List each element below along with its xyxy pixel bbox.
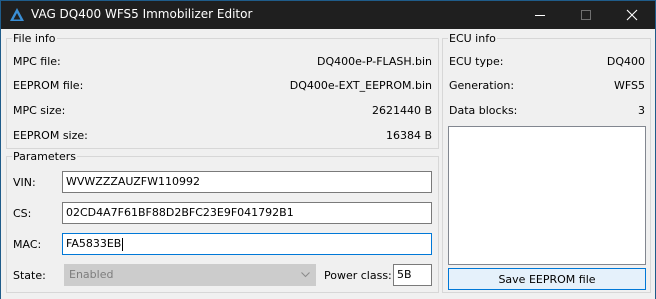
- cs-label: CS:: [13, 207, 32, 220]
- mac-input[interactable]: FA5833EB: [62, 233, 432, 255]
- vin-input[interactable]: WVWZZZAUZFW110992: [62, 171, 432, 193]
- state-select[interactable]: Enabled: [64, 264, 316, 286]
- cs-input[interactable]: 02CD4A7F61BF88D2BFC23E9F041792B1: [62, 202, 432, 224]
- power-class-input-text: 5B: [397, 268, 412, 281]
- client-area: File info MPC file: DQ400e-P-FLASH.bin E…: [1, 29, 655, 299]
- file-info-legend: File info: [12, 32, 57, 45]
- vin-label: VIN:: [13, 176, 36, 189]
- close-button[interactable]: [609, 1, 655, 29]
- eeprom-file-label: EEPROM file:: [13, 79, 84, 92]
- minimize-button[interactable]: [517, 1, 563, 29]
- state-label: State:: [13, 269, 46, 282]
- text-caret: [122, 237, 124, 251]
- minimize-icon: [535, 15, 545, 16]
- title-bar[interactable]: VAG DQ400 WFS5 Immobilizer Editor: [1, 1, 655, 29]
- maximize-button[interactable]: [563, 1, 609, 29]
- window-title: VAG DQ400 WFS5 Immobilizer Editor: [31, 7, 253, 21]
- chevron-down-icon: [301, 272, 310, 278]
- vin-input-text: WVWZZZAUZFW110992: [66, 175, 200, 188]
- ecu-info-legend: ECU info: [448, 32, 497, 45]
- ecu-type-value: DQ400: [606, 55, 645, 68]
- cs-input-text: 02CD4A7F61BF88D2BFC23E9F041792B1: [66, 206, 294, 219]
- parameters-legend: Parameters: [12, 150, 77, 163]
- mpc-size-label: MPC size:: [13, 104, 66, 117]
- save-eeprom-button-label: Save EEPROM file: [498, 273, 596, 286]
- ecu-type-label: ECU type:: [449, 55, 504, 68]
- data-blocks-value: 3: [638, 104, 645, 117]
- eeprom-size-value: 16384 B: [385, 129, 432, 142]
- mpc-file-label: MPC file:: [13, 55, 61, 68]
- eeprom-size-label: EEPROM size:: [13, 129, 88, 142]
- power-class-input[interactable]: 5B: [393, 264, 432, 286]
- state-select-value: Enabled: [69, 268, 114, 281]
- mpc-file-value: DQ400e-P-FLASH.bin: [316, 55, 432, 68]
- data-blocks-list[interactable]: [448, 126, 646, 265]
- save-eeprom-button[interactable]: Save EEPROM file: [448, 268, 646, 290]
- generation-value: WFS5: [614, 79, 645, 92]
- power-class-label: Power class:: [324, 269, 392, 282]
- triangle-logo-icon: [10, 8, 24, 21]
- close-icon: [626, 9, 638, 21]
- generation-label: Generation:: [449, 79, 515, 92]
- mpc-size-value: 2621440 B: [371, 104, 432, 117]
- maximize-icon: [581, 10, 591, 20]
- mac-label: MAC:: [13, 238, 42, 251]
- eeprom-file-value: DQ400e-EXT_EEPROM.bin: [289, 79, 432, 92]
- data-blocks-label: Data blocks:: [449, 104, 518, 117]
- app-window: VAG DQ400 WFS5 Immobilizer Editor File i…: [0, 0, 656, 299]
- mac-input-text: FA5833EB: [66, 237, 122, 250]
